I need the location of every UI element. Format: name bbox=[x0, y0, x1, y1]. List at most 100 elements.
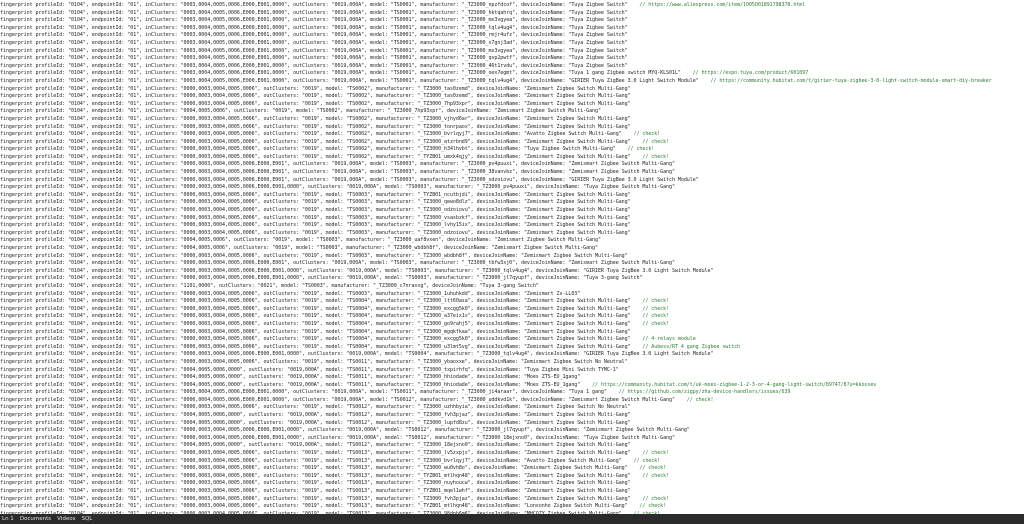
code-line[interactable]: fingerprint profileId: "0104", endpointI… bbox=[0, 124, 1024, 132]
code-line[interactable]: fingerprint profileId: "0104", endpointI… bbox=[0, 503, 1024, 511]
code-line[interactable]: fingerprint profileId: "0104", endpointI… bbox=[0, 291, 1024, 299]
code-line[interactable]: fingerprint profileId: "0104", endpointI… bbox=[0, 192, 1024, 200]
code-line[interactable]: fingerprint profileId: "0104", endpointI… bbox=[0, 108, 1024, 116]
code-line[interactable]: fingerprint profileId: "0104", endpointI… bbox=[0, 480, 1024, 488]
code-spacer bbox=[631, 336, 643, 342]
code-line[interactable]: fingerprint profileId: "0104", endpointI… bbox=[0, 397, 1024, 405]
code-line[interactable]: fingerprint profileId: "0104", endpointI… bbox=[0, 10, 1024, 18]
code-line[interactable]: fingerprint profileId: "0104", endpointI… bbox=[0, 245, 1024, 253]
code-line[interactable]: fingerprint profileId: "0104", endpointI… bbox=[0, 154, 1024, 162]
code-text: fingerprint profileId: "0104", endpointI… bbox=[0, 184, 675, 191]
code-line[interactable]: fingerprint profileId: "0104", endpointI… bbox=[0, 321, 1024, 329]
code-line[interactable]: fingerprint profileId: "0104", endpointI… bbox=[0, 420, 1024, 428]
code-line[interactable]: fingerprint profileId: "0104", endpointI… bbox=[0, 336, 1024, 344]
code-text: fingerprint profileId: "0104", endpointI… bbox=[0, 336, 631, 343]
code-line[interactable]: fingerprint profileId: "0104", endpointI… bbox=[0, 427, 1024, 435]
code-comment: // https://expo.tuya.com/product/601097 bbox=[692, 70, 809, 77]
code-line[interactable]: fingerprint profileId: "0104", endpointI… bbox=[0, 374, 1024, 382]
code-line[interactable]: fingerprint profileId: "0104", endpointI… bbox=[0, 283, 1024, 291]
status-item-4[interactable]: SQL bbox=[81, 514, 92, 524]
code-line[interactable]: fingerprint profileId: "0104", endpointI… bbox=[0, 17, 1024, 25]
code-line[interactable]: fingerprint profileId: "0104", endpointI… bbox=[0, 184, 1024, 192]
code-line[interactable]: fingerprint profileId: "0104", endpointI… bbox=[0, 313, 1024, 321]
code-line[interactable]: fingerprint profileId: "0104", endpointI… bbox=[0, 465, 1024, 473]
code-comment: // 4-relays module bbox=[642, 336, 696, 343]
code-text: fingerprint profileId: "0104", endpointI… bbox=[0, 305, 631, 312]
code-line[interactable]: fingerprint profileId: "0104", endpointI… bbox=[0, 344, 1024, 352]
code-line[interactable]: fingerprint profileId: "0104", endpointI… bbox=[0, 230, 1024, 238]
code-line[interactable]: fingerprint profileId: "0104", endpointI… bbox=[0, 404, 1024, 412]
code-line[interactable]: fingerprint profileId: "0104", endpointI… bbox=[0, 306, 1024, 314]
code-line[interactable]: fingerprint profileId: "0104", endpointI… bbox=[0, 146, 1024, 154]
code-line[interactable]: fingerprint profileId: "0104", endpointI… bbox=[0, 260, 1024, 268]
code-spacer bbox=[631, 450, 643, 456]
code-text: fingerprint profileId: "0104", endpointI… bbox=[0, 169, 675, 176]
code-text: fingerprint profileId: "0104", endpointI… bbox=[0, 62, 628, 69]
code-line[interactable]: fingerprint profileId: "0104", endpointI… bbox=[0, 367, 1024, 375]
code-line[interactable]: fingerprint profileId: "0104", endpointI… bbox=[0, 116, 1024, 124]
code-line[interactable]: fingerprint profileId: "0104", endpointI… bbox=[0, 488, 1024, 496]
code-line[interactable]: fingerprint profileId: "0104", endpointI… bbox=[0, 78, 1024, 86]
code-line[interactable]: fingerprint profileId: "0104", endpointI… bbox=[0, 412, 1024, 420]
code-line[interactable]: fingerprint profileId: "0104", endpointI… bbox=[0, 86, 1024, 94]
code-line[interactable]: fingerprint profileId: "0104", endpointI… bbox=[0, 359, 1024, 367]
code-comment: // https://www.aliexpress.com/item/10050… bbox=[639, 2, 806, 8]
code-line[interactable]: fingerprint profileId: "0104", endpointI… bbox=[0, 382, 1024, 390]
code-line[interactable]: fingerprint profileId: "0104", endpointI… bbox=[0, 25, 1024, 33]
code-text: fingerprint profileId: "0104", endpointI… bbox=[0, 412, 631, 419]
code-text: fingerprint profileId: "0104", endpointI… bbox=[0, 115, 631, 122]
code-line[interactable]: fingerprint profileId: "0104", endpointI… bbox=[0, 32, 1024, 40]
status-item-1[interactable]: Ln 1 bbox=[2, 514, 14, 524]
code-line[interactable]: fingerprint profileId: "0104", endpointI… bbox=[0, 55, 1024, 63]
code-line[interactable]: fingerprint profileId: "0104", endpointI… bbox=[0, 435, 1024, 443]
code-line[interactable]: fingerprint profileId: "0104", endpointI… bbox=[0, 161, 1024, 169]
code-line[interactable]: fingerprint profileId: "0104", endpointI… bbox=[0, 473, 1024, 481]
code-text: fingerprint profileId: "0104", endpointI… bbox=[0, 404, 631, 411]
code-line[interactable]: fingerprint profileId: "0104", endpointI… bbox=[0, 199, 1024, 207]
code-spacer bbox=[631, 473, 643, 479]
code-line[interactable]: fingerprint profileId: "0104", endpointI… bbox=[0, 389, 1024, 397]
code-line[interactable]: fingerprint profileId: "0104", endpointI… bbox=[0, 93, 1024, 101]
code-line[interactable]: fingerprint profileId: "0104", endpointI… bbox=[0, 237, 1024, 245]
status-item-2[interactable]: Documents bbox=[20, 514, 51, 524]
code-text: fingerprint profileId: "0104", endpointI… bbox=[0, 214, 631, 221]
code-line[interactable]: fingerprint profileId: "0104", endpointI… bbox=[0, 131, 1024, 139]
code-line[interactable]: fingerprint profileId: "0104", endpointI… bbox=[0, 177, 1024, 185]
code-line[interactable]: fingerprint profileId: "0104", endpointI… bbox=[0, 275, 1024, 283]
code-text: fingerprint profileId: "0104", endpointI… bbox=[0, 480, 631, 487]
code-line[interactable]: fingerprint profileId: "0104", endpointI… bbox=[0, 40, 1024, 48]
code-line[interactable]: fingerprint profileId: "0104", endpointI… bbox=[0, 169, 1024, 177]
code-text: fingerprint profileId: "0104", endpointI… bbox=[0, 366, 619, 373]
code-line[interactable]: fingerprint profileId: "0104", endpointI… bbox=[0, 207, 1024, 215]
code-line[interactable]: fingerprint profileId: "0104", endpointI… bbox=[0, 139, 1024, 147]
code-line[interactable]: fingerprint profileId: "0104", endpointI… bbox=[0, 298, 1024, 306]
code-text: fingerprint profileId: "0104", endpointI… bbox=[0, 396, 675, 403]
code-editor[interactable]: fingerprint profileId: "0104", endpointI… bbox=[0, 0, 1024, 514]
code-line[interactable]: fingerprint profileId: "0104", endpointI… bbox=[0, 215, 1024, 223]
code-spacer bbox=[675, 397, 687, 403]
code-line[interactable]: fingerprint profileId: "0104", endpointI… bbox=[0, 442, 1024, 450]
code-line[interactable]: fingerprint profileId: "0104", endpointI… bbox=[0, 222, 1024, 230]
code-line[interactable]: fingerprint profileId: "0104", endpointI… bbox=[0, 48, 1024, 56]
code-comment: // check! bbox=[642, 153, 670, 160]
code-text: fingerprint profileId: "0104", endpointI… bbox=[0, 442, 631, 449]
code-line[interactable]: fingerprint profileId: "0104", endpointI… bbox=[0, 2, 1024, 10]
code-text: fingerprint profileId: "0104", endpointI… bbox=[0, 229, 631, 236]
code-text: fingerprint profileId: "0104", endpointI… bbox=[0, 465, 628, 472]
code-line[interactable]: fingerprint profileId: "0104", endpointI… bbox=[0, 496, 1024, 504]
code-text: fingerprint profileId: "0104", endpointI… bbox=[0, 457, 622, 464]
code-comment: // Aubess/RT 4 gang Zigbee switch bbox=[642, 343, 741, 350]
code-text: fingerprint profileId: "0104", endpointI… bbox=[0, 176, 699, 183]
code-line[interactable]: fingerprint profileId: "0104", endpointI… bbox=[0, 101, 1024, 109]
status-item-3[interactable]: Videos bbox=[57, 514, 75, 524]
code-line[interactable]: fingerprint profileId: "0104", endpointI… bbox=[0, 63, 1024, 71]
code-line[interactable]: fingerprint profileId: "0104", endpointI… bbox=[0, 70, 1024, 78]
code-text: fingerprint profileId: "0104", endpointI… bbox=[0, 488, 631, 494]
code-line[interactable]: fingerprint profileId: "0104", endpointI… bbox=[0, 268, 1024, 276]
code-line[interactable]: fingerprint profileId: "0104", endpointI… bbox=[0, 329, 1024, 337]
code-line[interactable]: fingerprint profileId: "0104", endpointI… bbox=[0, 253, 1024, 261]
code-line[interactable]: fingerprint profileId: "0104", endpointI… bbox=[0, 351, 1024, 359]
code-text: fingerprint profileId: "0104", endpointI… bbox=[0, 153, 631, 160]
code-line[interactable]: fingerprint profileId: "0104", endpointI… bbox=[0, 458, 1024, 466]
code-line[interactable]: fingerprint profileId: "0104", endpointI… bbox=[0, 450, 1024, 458]
